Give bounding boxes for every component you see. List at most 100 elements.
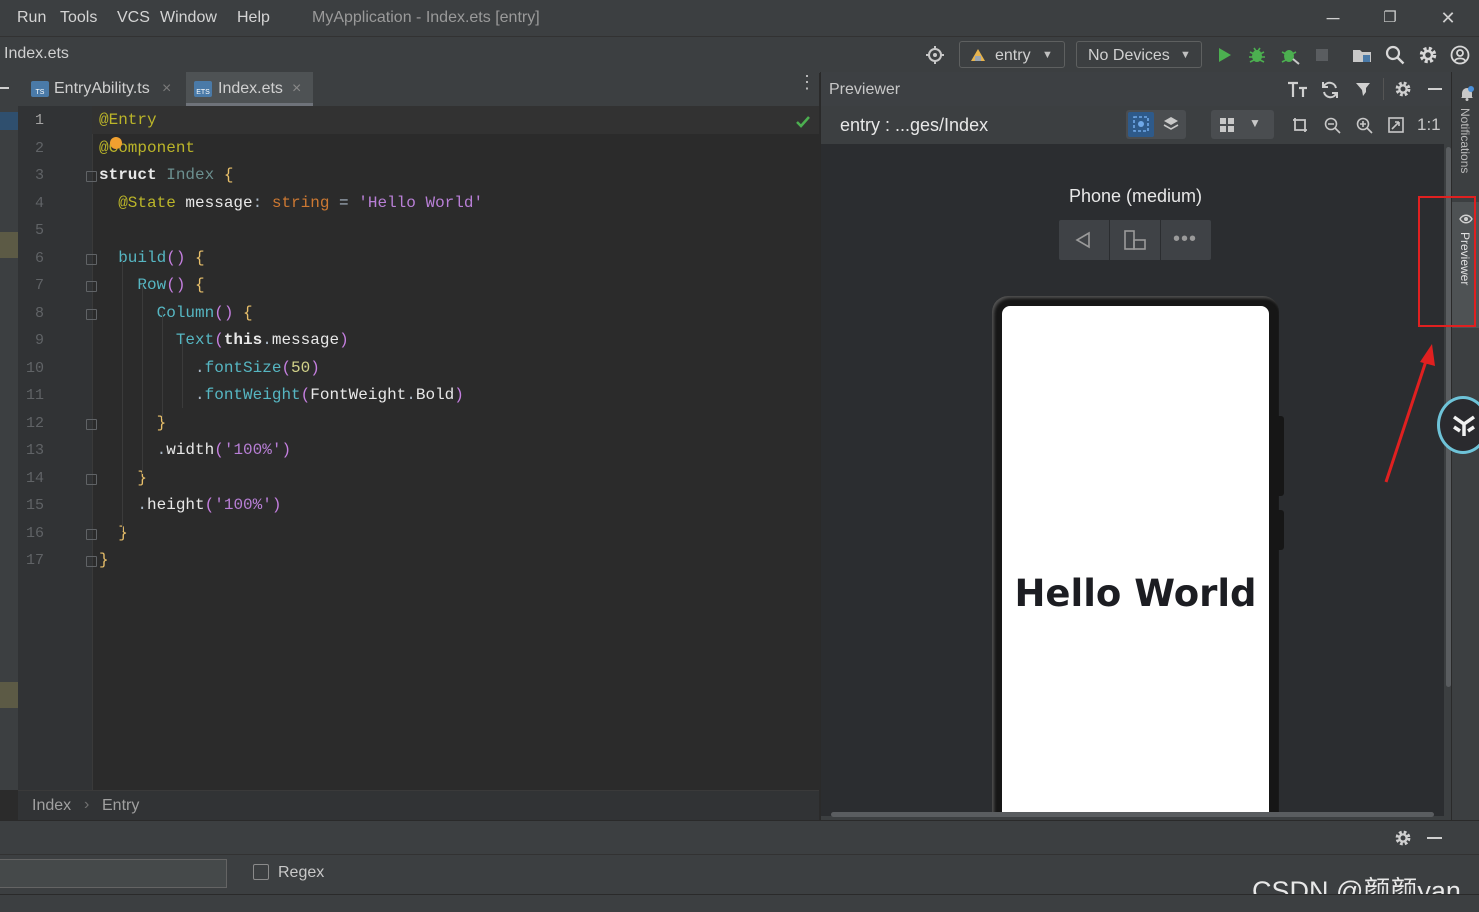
line-number: 9	[34, 332, 44, 349]
inspector-toggle-group	[1126, 110, 1186, 139]
minimize-icon[interactable]	[1428, 88, 1442, 90]
chevron-down-icon: ▼	[1180, 49, 1191, 61]
highlight-box	[1418, 196, 1476, 327]
intention-bulb-icon[interactable]	[110, 137, 122, 149]
minimize-window-button[interactable]: ─	[1318, 6, 1348, 30]
gear-icon[interactable]	[1394, 829, 1412, 847]
gear-icon[interactable]	[1394, 80, 1412, 98]
close-tab-icon[interactable]: ×	[162, 72, 171, 106]
rotate-icon[interactable]	[1123, 229, 1147, 251]
tab-entryability[interactable]: TS EntryAbility.ts ×	[24, 72, 182, 106]
previewer-header: Previewer	[821, 72, 1452, 107]
phone-screen[interactable]: Hello World	[1002, 306, 1269, 816]
line-number: 4	[34, 194, 44, 212]
checkmark-icon[interactable]	[795, 115, 811, 129]
search-icon[interactable]	[1385, 45, 1405, 65]
layers-icon[interactable]	[1162, 115, 1180, 133]
stop-icon[interactable]	[1312, 45, 1332, 65]
code-line-17: }	[99, 551, 109, 569]
tab-index-ets[interactable]: ETS Index.ets ×	[186, 72, 313, 106]
attach-debug-icon[interactable]	[1280, 45, 1300, 65]
debug-icon[interactable]	[1247, 45, 1267, 65]
phone-frame: Hello World	[992, 296, 1284, 816]
chevron-down-icon: ▼	[1042, 49, 1053, 61]
back-icon[interactable]	[1073, 230, 1093, 250]
regex-checkbox[interactable]	[253, 864, 269, 880]
code-line-11: .fontWeight(FontWeight.Bold)	[99, 386, 464, 404]
code-line-6: build() {	[118, 249, 205, 267]
fold-marker-icon[interactable]	[86, 254, 97, 265]
refresh-icon[interactable]	[1320, 80, 1340, 100]
typescript-file-icon: TS	[31, 81, 49, 97]
more-icon[interactable]: •••	[1173, 228, 1197, 251]
fit-icon[interactable]	[1388, 117, 1404, 133]
fold-marker-icon[interactable]	[86, 171, 97, 182]
zoom-in-icon[interactable]	[1356, 117, 1373, 134]
line-number: 13	[25, 442, 44, 459]
restore-window-button[interactable]: ❐	[1375, 6, 1405, 30]
line-number: 10	[25, 359, 44, 377]
module-icon	[971, 49, 985, 61]
line-number: 17	[25, 552, 44, 569]
line-number: 6	[34, 249, 44, 267]
inspect-icon[interactable]	[1128, 112, 1154, 137]
toolbar-divider	[1383, 78, 1384, 100]
fold-marker-icon[interactable]	[86, 474, 97, 485]
zoom-one-to-one-button[interactable]: 1:1	[1417, 115, 1441, 135]
line-number: 16	[25, 524, 44, 542]
run-icon[interactable]	[1214, 45, 1234, 65]
previewer-toolbar: entry : ...ges/Index ▼ 1:1	[821, 106, 1452, 144]
fold-marker-icon[interactable]	[86, 419, 97, 430]
close-window-button[interactable]: ✕	[1433, 6, 1463, 30]
fold-marker-icon[interactable]	[86, 556, 97, 567]
notifications-tab[interactable]: Notifications	[1458, 108, 1472, 173]
breadcrumb-entry[interactable]: Entry	[102, 797, 139, 815]
account-icon[interactable]	[1450, 45, 1470, 65]
fold-marker-icon[interactable]	[86, 529, 97, 540]
hello-world-text: Hello World	[1014, 572, 1257, 615]
code-line-15: .height('100%')	[99, 496, 282, 514]
module-combo[interactable]: entry ▼	[959, 41, 1065, 68]
device-control-bar: •••	[1059, 220, 1211, 260]
left-marker	[0, 682, 18, 708]
close-tab-icon[interactable]: ×	[292, 72, 301, 106]
zoom-out-icon[interactable]	[1324, 117, 1341, 134]
code-line-10: .fontSize(50)	[99, 359, 320, 377]
line-number: 1	[34, 112, 44, 129]
grid-icon[interactable]	[1219, 117, 1235, 133]
font-size-icon[interactable]	[1287, 80, 1309, 100]
line-number: 15	[25, 497, 44, 514]
code-line-13: .width('100%')	[99, 441, 292, 459]
tab-menu-icon[interactable]: ⋮	[798, 73, 816, 91]
minimize-icon[interactable]	[1427, 837, 1442, 839]
crop-icon[interactable]	[1292, 117, 1308, 133]
device-combo[interactable]: No Devices ▼	[1076, 41, 1202, 68]
search-input[interactable]	[0, 859, 227, 888]
bell-icon[interactable]	[1459, 85, 1475, 101]
breadcrumb-index[interactable]: Index	[32, 797, 71, 815]
control-divider	[1160, 220, 1161, 260]
menu-run[interactable]: Run	[17, 9, 46, 27]
fold-marker-icon[interactable]	[86, 309, 97, 320]
menu-vcs[interactable]: VCS	[117, 9, 150, 27]
fold-marker-icon[interactable]	[86, 281, 97, 292]
breadcrumb: Index › Entry	[18, 790, 819, 821]
nav-file-crumb[interactable]: Index.ets	[4, 45, 69, 63]
line-number: 5	[34, 222, 44, 239]
chevron-down-icon[interactable]: ▼	[1249, 116, 1261, 130]
collapse-icon[interactable]	[0, 87, 9, 89]
code-line-3: struct Index {	[99, 166, 234, 184]
horizontal-scrollbar[interactable]	[831, 812, 1434, 817]
phone-side-button	[1278, 416, 1284, 496]
code-editor[interactable]: 1 2 3 4 5 6 7 8 9 10 11 12 13 14 15 16 17 @Entry @Compon…	[0, 106, 819, 790]
code-line-9: Text(this.message)	[175, 331, 349, 349]
project-tool-tab[interactable]	[0, 112, 18, 130]
project-structure-icon[interactable]	[1352, 45, 1372, 65]
settings-icon[interactable]	[1418, 45, 1438, 65]
line-number: 2	[34, 139, 44, 157]
pin-icon[interactable]	[1353, 79, 1373, 99]
menu-help[interactable]: Help	[237, 9, 270, 27]
menu-window[interactable]: Window	[160, 9, 217, 27]
menu-tools[interactable]: Tools	[60, 9, 97, 27]
target-icon[interactable]	[925, 45, 945, 65]
